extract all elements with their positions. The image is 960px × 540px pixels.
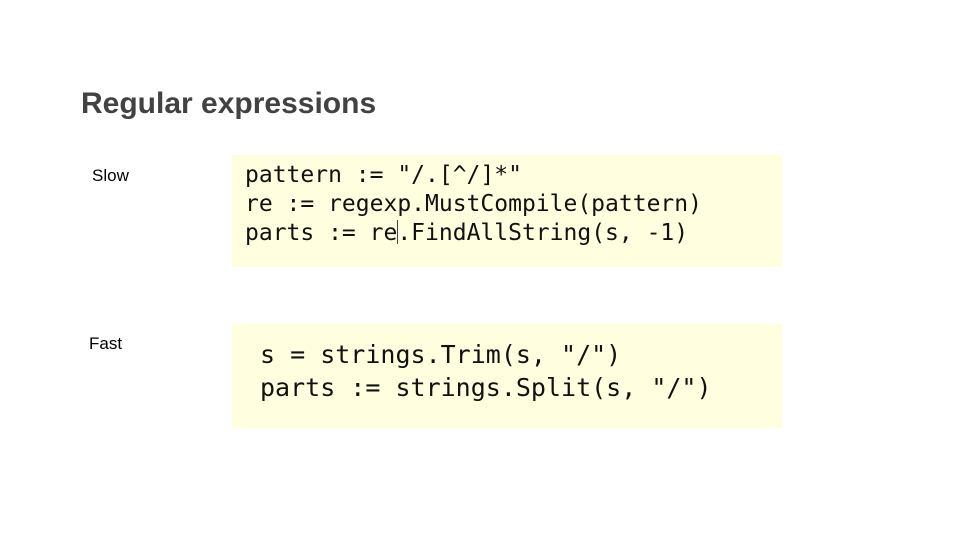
fast-code-line-2: parts := strings.Split(s, "/"): [260, 373, 712, 402]
slow-code-line-3: parts := re.FindAllString(s, -1): [245, 219, 782, 248]
fast-code-line-1: s = strings.Trim(s, "/"): [260, 340, 622, 369]
fast-code-block: s = strings.Trim(s, "/") parts := string…: [232, 324, 782, 428]
slow-code-line-3-after-cursor: .FindAllString(s, -1): [397, 220, 689, 246]
slow-label: Slow: [92, 166, 129, 185]
slow-code-line-3-before-cursor: parts := re: [245, 220, 398, 246]
slow-code-block: pattern := "/.[^/]*" re := regexp.MustCo…: [232, 155, 782, 267]
slide: Regular expressions Slow pattern := "/.[…: [0, 0, 960, 540]
slide-title: Regular expressions: [81, 87, 377, 120]
slow-code-line-1: pattern := "/.[^/]*": [245, 162, 522, 188]
slow-code-line-2: re := regexp.MustCompile(pattern): [245, 191, 702, 217]
fast-label: Fast: [89, 334, 123, 353]
